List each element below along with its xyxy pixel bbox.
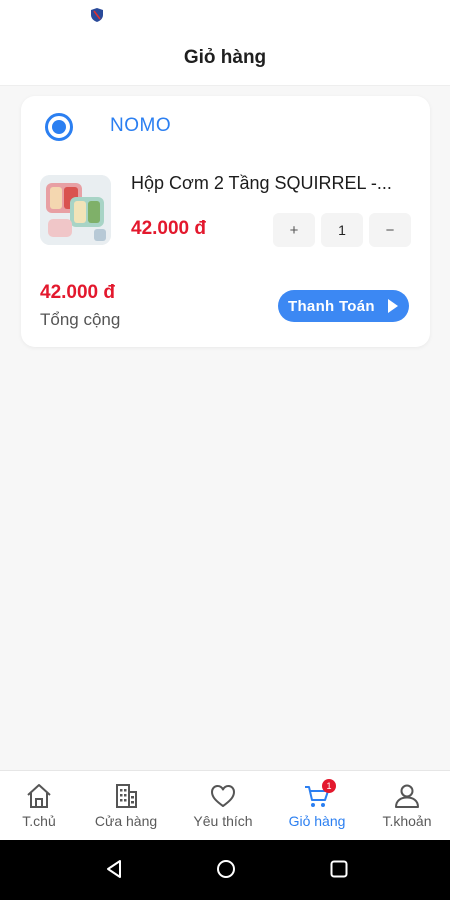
- home-icon: [27, 784, 51, 808]
- nav-item-home[interactable]: T.chủ: [0, 771, 84, 841]
- nav-label-home: T.chủ: [22, 813, 56, 829]
- cart-icon-wrapper: 1: [302, 779, 336, 811]
- recents-icon[interactable]: [328, 858, 350, 880]
- bottom-navigation: T.chủ Cửa hàng Yêu thích 1 Giỏ hàng T.kh…: [0, 770, 450, 840]
- app-header: Giỏ hàng: [0, 30, 450, 86]
- nav-item-favorites[interactable]: Yêu thích: [178, 771, 268, 841]
- product-price: 42.000 đ: [131, 218, 206, 239]
- cart-count-badge: 1: [322, 779, 336, 793]
- total-label: Tổng cộng: [40, 310, 121, 329]
- page-title: Giỏ hàng: [183, 46, 267, 68]
- nav-label-store: Cửa hàng: [94, 813, 158, 829]
- radio-selected-dot: [52, 120, 66, 134]
- nav-item-cart[interactable]: 1 Giỏ hàng: [272, 771, 362, 841]
- heart-icon: [211, 785, 235, 807]
- home-circle-icon[interactable]: [215, 858, 237, 880]
- user-icon: [395, 784, 419, 808]
- shop-name[interactable]: NOMO: [110, 115, 171, 137]
- nav-label-favorites: Yêu thích: [193, 813, 253, 829]
- nav-label-account: T.khoản: [382, 813, 432, 829]
- cart-shop-card: NOMO Hộp Cơm 2 Tầng SQUIRREL -... 42.000…: [21, 96, 430, 347]
- product-image[interactable]: [40, 175, 111, 245]
- store-icon: [116, 784, 137, 808]
- quantity-increase-button[interactable]: +: [273, 213, 315, 247]
- shield-icon: [91, 8, 103, 22]
- quantity-value[interactable]: 1: [321, 213, 363, 247]
- product-name[interactable]: Hộp Cơm 2 Tầng SQUIRREL -...: [131, 173, 416, 194]
- android-navigation-bar: [0, 840, 450, 900]
- play-arrow-icon: [388, 299, 398, 313]
- total-amount: 42.000 đ: [40, 282, 115, 303]
- nav-item-store[interactable]: Cửa hàng: [81, 771, 171, 841]
- checkout-button-label: Thanh Toán: [288, 297, 375, 315]
- shop-select-radio[interactable]: [45, 113, 73, 141]
- back-icon[interactable]: [103, 858, 125, 880]
- status-bar: [0, 0, 450, 30]
- cart-content: NOMO Hộp Cơm 2 Tầng SQUIRREL -... 42.000…: [0, 86, 450, 770]
- checkout-button[interactable]: Thanh Toán: [278, 290, 409, 322]
- lunch-box-image: [40, 175, 111, 245]
- quantity-decrease-button[interactable]: −: [369, 213, 411, 247]
- nav-item-account[interactable]: T.khoản: [362, 771, 450, 841]
- nav-label-cart: Giỏ hàng: [288, 813, 346, 829]
